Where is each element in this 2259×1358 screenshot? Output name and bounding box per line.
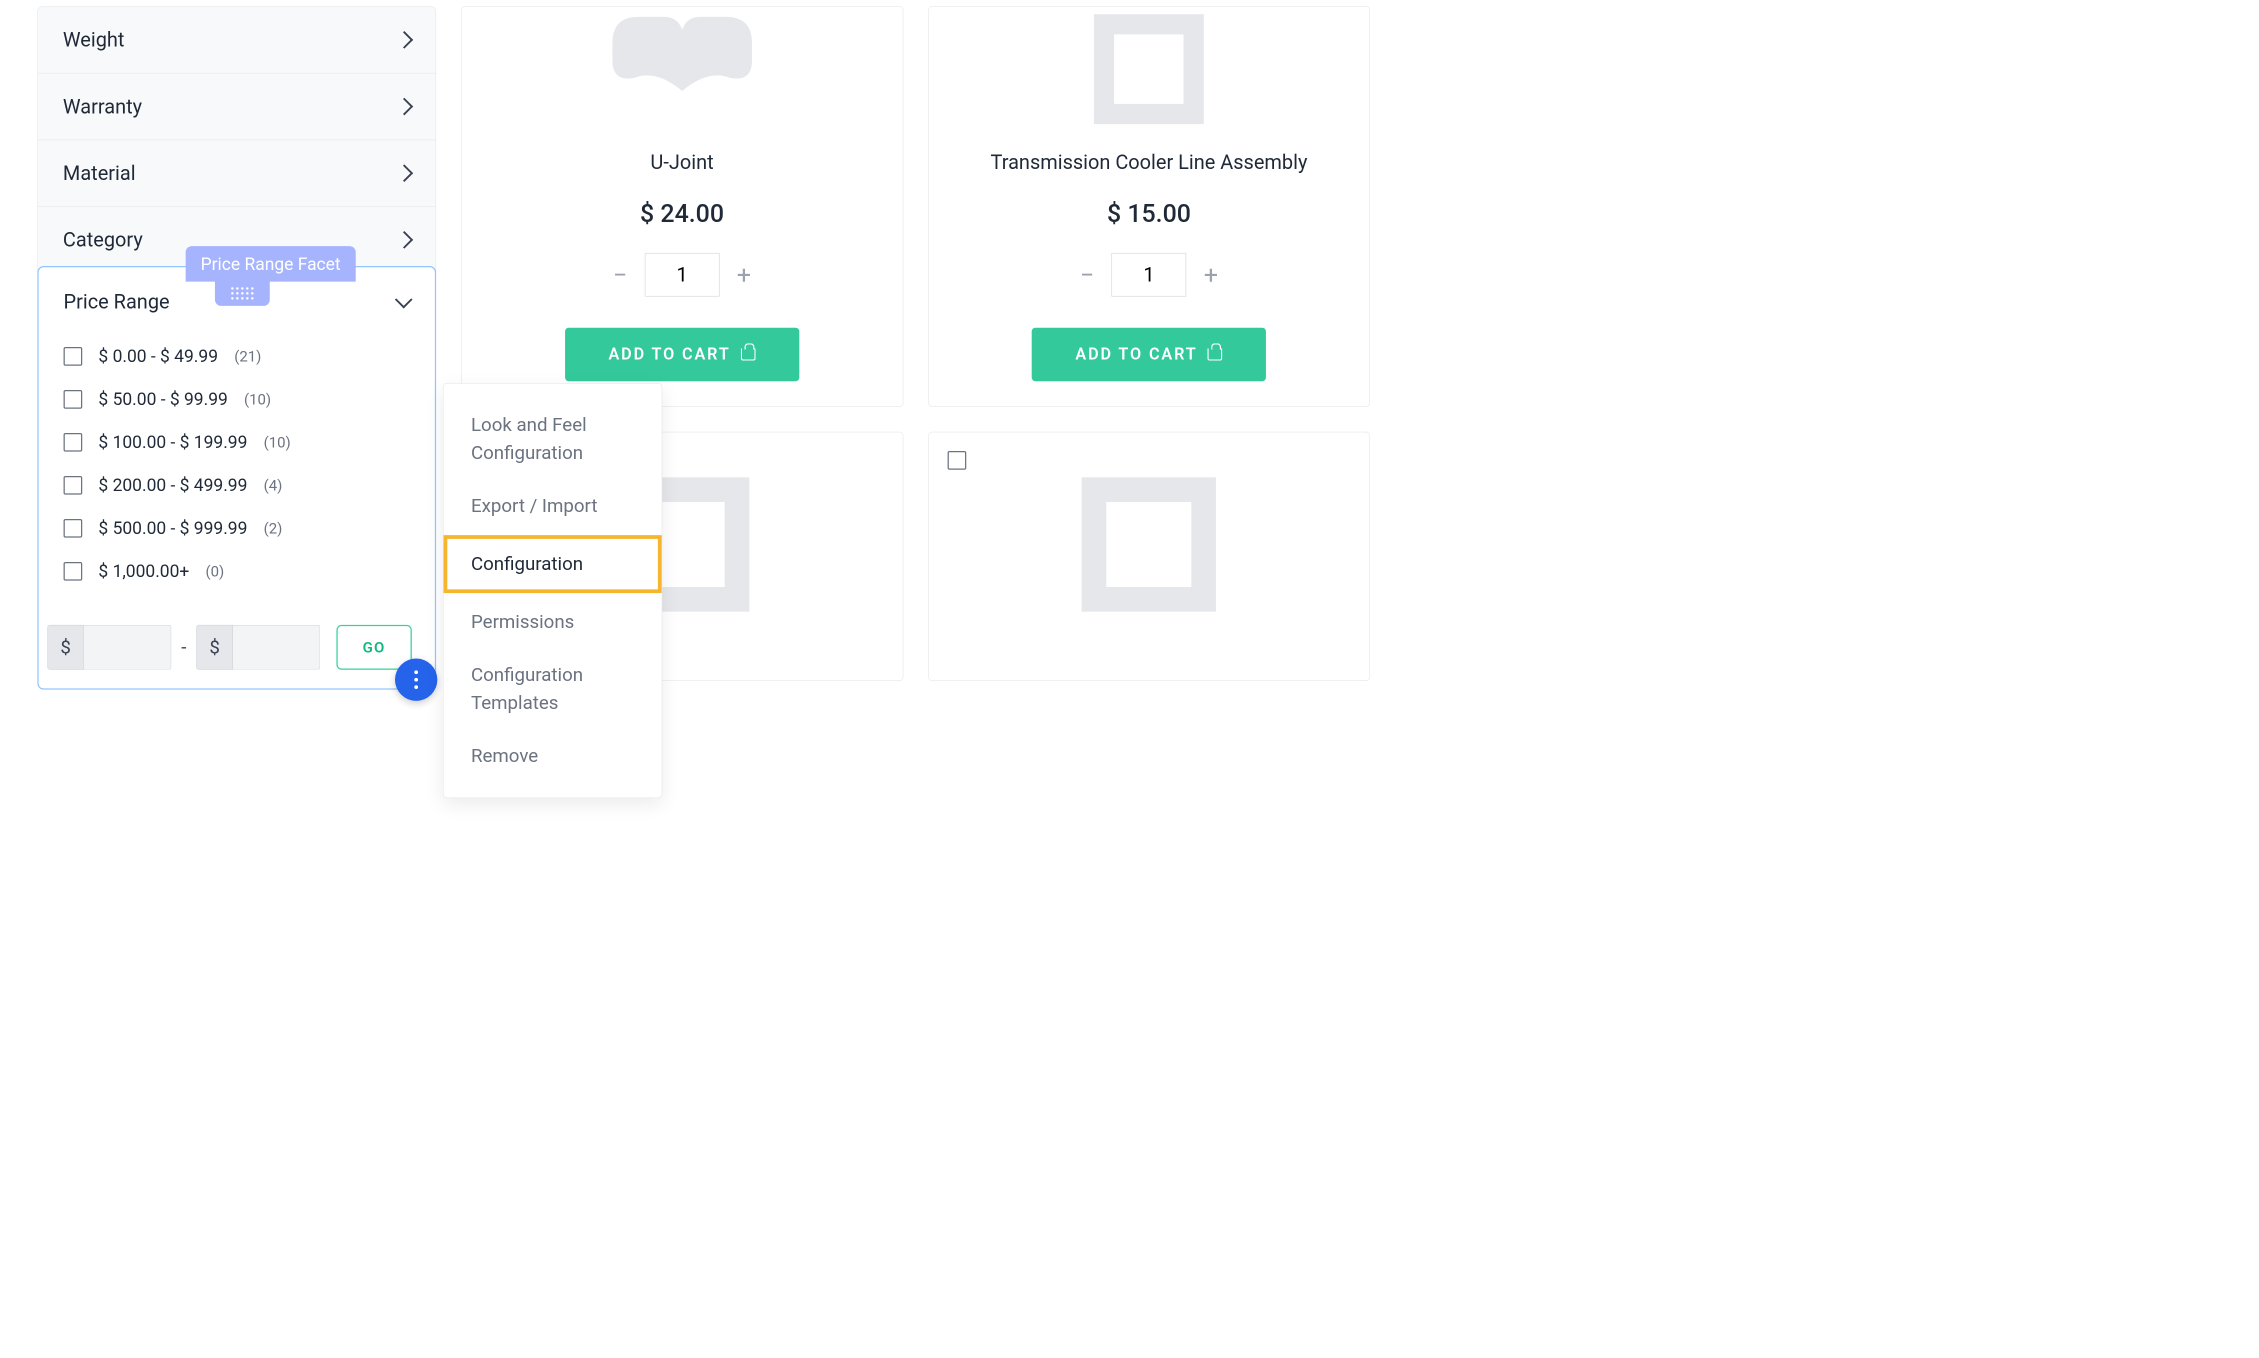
currency-prefix: $ bbox=[196, 625, 233, 670]
facet-weight[interactable]: Weight bbox=[38, 7, 435, 74]
price-max-input[interactable] bbox=[233, 625, 320, 670]
facet-panel: Weight Warranty Material Category bbox=[37, 6, 436, 273]
product-price: $ 24.00 bbox=[640, 199, 724, 228]
range-count: (0) bbox=[206, 562, 225, 579]
menu-export-import[interactable]: Export / Import bbox=[444, 480, 662, 533]
facet-label: Weight bbox=[63, 28, 125, 52]
chevron-down-icon bbox=[395, 291, 413, 309]
facet-label: Warranty bbox=[63, 95, 142, 119]
facet-material[interactable]: Material bbox=[38, 140, 435, 207]
price-option[interactable]: $ 1,000.00+ (0) bbox=[64, 549, 410, 592]
product-title: U-Joint bbox=[650, 150, 713, 174]
facet-warranty[interactable]: Warranty bbox=[38, 74, 435, 141]
product-image bbox=[1062, 7, 1236, 132]
product-image bbox=[1062, 482, 1236, 607]
price-option[interactable]: $ 50.00 - $ 99.99 (10) bbox=[64, 378, 410, 421]
qty-decrease-button[interactable]: − bbox=[1075, 260, 1099, 289]
qty-input[interactable] bbox=[1112, 253, 1187, 297]
range-label: $ 0.00 - $ 49.99 bbox=[98, 346, 218, 367]
checkbox[interactable] bbox=[64, 476, 83, 495]
qty-input[interactable] bbox=[645, 253, 720, 297]
product-price: $ 15.00 bbox=[1107, 199, 1191, 228]
portlet-context-menu: Look and Feel Configuration Export / Imp… bbox=[443, 383, 662, 798]
cart-icon bbox=[1208, 348, 1223, 360]
qty-increase-button[interactable]: + bbox=[732, 260, 756, 289]
facet-label: Material bbox=[63, 161, 136, 185]
checkbox[interactable] bbox=[64, 562, 83, 581]
chevron-right-icon bbox=[396, 231, 414, 249]
price-min-input[interactable] bbox=[84, 625, 171, 670]
qty-increase-button[interactable]: + bbox=[1199, 260, 1223, 289]
range-dash: - bbox=[179, 636, 189, 658]
cart-icon bbox=[741, 348, 756, 360]
price-option[interactable]: $ 500.00 - $ 999.99 (2) bbox=[64, 506, 410, 549]
facet-label: Category bbox=[63, 228, 143, 252]
product-card bbox=[928, 432, 1370, 681]
range-count: (21) bbox=[234, 347, 261, 364]
price-option[interactable]: $ 100.00 - $ 199.99 (10) bbox=[64, 421, 410, 464]
add-to-cart-label: ADD TO CART bbox=[608, 345, 730, 364]
checkbox[interactable] bbox=[64, 519, 83, 538]
range-count: (10) bbox=[264, 433, 291, 450]
portlet-options-button[interactable] bbox=[395, 659, 437, 701]
qty-decrease-button[interactable]: − bbox=[608, 260, 632, 289]
price-option[interactable]: $ 200.00 - $ 499.99 (4) bbox=[64, 464, 410, 507]
checkbox[interactable] bbox=[64, 347, 83, 366]
compare-checkbox[interactable] bbox=[947, 451, 966, 470]
product-title: Transmission Cooler Line Assembly bbox=[991, 150, 1308, 174]
add-to-cart-button[interactable]: ADD TO CART bbox=[565, 328, 799, 382]
price-options-list: $ 0.00 - $ 49.99 (21) $ 50.00 - $ 99.99 … bbox=[39, 332, 435, 612]
add-to-cart-label: ADD TO CART bbox=[1075, 345, 1197, 364]
drag-dots-icon bbox=[231, 287, 253, 299]
menu-remove[interactable]: Remove bbox=[444, 730, 662, 783]
range-count: (10) bbox=[244, 390, 271, 407]
price-range-inputs: $ - $ GO bbox=[39, 612, 435, 688]
chevron-right-icon bbox=[396, 98, 414, 116]
range-label: $ 100.00 - $ 199.99 bbox=[98, 432, 247, 453]
product-card-transmission: Transmission Cooler Line Assembly $ 15.0… bbox=[928, 6, 1370, 407]
price-range-title: Price Range bbox=[64, 290, 170, 314]
range-count: (4) bbox=[264, 476, 283, 493]
go-button[interactable]: GO bbox=[336, 625, 411, 670]
price-range-facet-badge: Price Range Facet bbox=[186, 246, 356, 282]
price-option[interactable]: $ 0.00 - $ 49.99 (21) bbox=[64, 335, 410, 378]
checkbox[interactable] bbox=[64, 433, 83, 452]
add-to-cart-button[interactable]: ADD TO CART bbox=[1032, 328, 1266, 382]
checkbox[interactable] bbox=[64, 390, 83, 409]
range-label: $ 200.00 - $ 499.99 bbox=[98, 475, 247, 496]
menu-look-and-feel[interactable]: Look and Feel Configuration bbox=[444, 399, 662, 480]
menu-permissions[interactable]: Permissions bbox=[444, 596, 662, 649]
product-card-ujoint: U-Joint $ 24.00 − + ADD TO CART bbox=[461, 6, 903, 407]
product-image bbox=[595, 7, 769, 132]
range-label: $ 1,000.00+ bbox=[98, 561, 189, 582]
range-label: $ 50.00 - $ 99.99 bbox=[98, 389, 227, 410]
menu-configuration-templates[interactable]: Configuration Templates bbox=[444, 649, 662, 730]
menu-configuration[interactable]: Configuration bbox=[444, 535, 662, 593]
range-count: (2) bbox=[264, 519, 283, 536]
price-range-panel: Price Range $ 0.00 - $ 49.99 (21) $ 50.0… bbox=[37, 266, 436, 690]
chevron-right-icon bbox=[396, 31, 414, 49]
currency-prefix: $ bbox=[47, 625, 84, 670]
drag-handle[interactable] bbox=[215, 280, 270, 306]
chevron-right-icon bbox=[396, 164, 414, 182]
range-label: $ 500.00 - $ 999.99 bbox=[98, 518, 247, 539]
